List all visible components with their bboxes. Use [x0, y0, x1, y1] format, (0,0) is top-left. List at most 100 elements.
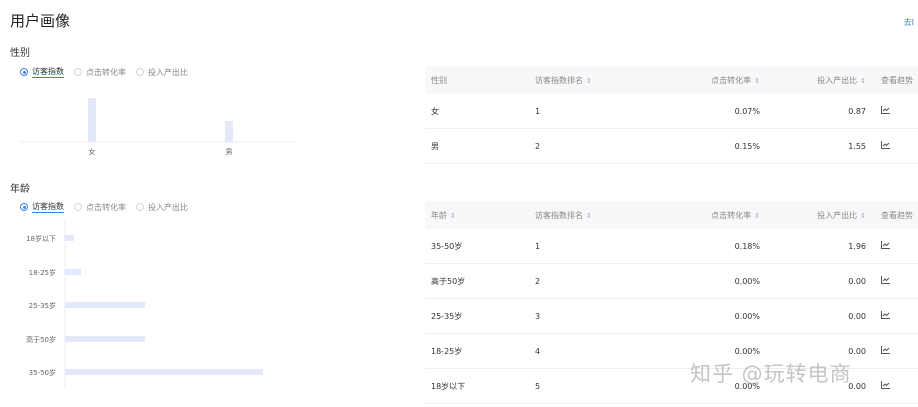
age-metric-radios: 访客指数 点击转化率 投入产出比: [20, 201, 188, 213]
gender-cell-rank: 2: [535, 141, 541, 151]
age-bar: [65, 235, 74, 241]
gender-table-header: 性别 访客指数排名 ⇕ 点击转化率 ⇕ 投入产出比 ⇕ 查看趋势: [425, 66, 918, 94]
header-label: 查看趋势: [881, 75, 913, 85]
radio-label: 访客指数: [32, 202, 64, 213]
header-label: 访客指数排名: [535, 75, 583, 85]
age-cell-rank: 5: [535, 381, 541, 391]
gender-cell-name: 男: [431, 141, 439, 151]
gender-table: 性别 访客指数排名 ⇕ 点击转化率 ⇕ 投入产出比 ⇕ 查看趋势女 1 0.07% 0.87 男 2 0.…: [425, 66, 918, 164]
gender-metric-radios: 访客指数 点击转化率 投入产出比: [20, 66, 188, 78]
radio-dot-icon: [20, 203, 28, 211]
table-row: 女 1 0.07% 0.87: [425, 94, 918, 129]
gender-header-cell[interactable]: 投入产出比 ⇕: [760, 75, 866, 86]
age-bar: [65, 369, 263, 375]
age-cell-ctr: 0.00%: [734, 311, 760, 321]
age-tick-label: 高于50岁: [26, 335, 56, 344]
gender-bar: [88, 98, 96, 142]
gender-metric-radio-1[interactable]: 点击转化率: [74, 67, 126, 78]
gender-cell-rank: 1: [535, 106, 541, 116]
gender-tick-label: 女: [89, 147, 96, 156]
age-cell-ctr: 0.18%: [734, 241, 760, 251]
gender-metric-radio-2[interactable]: 投入产出比: [136, 67, 188, 78]
trend-chart-icon[interactable]: [881, 105, 890, 117]
radio-dot-icon: [20, 68, 28, 76]
header-label: 点击转化率: [711, 75, 752, 85]
age-cell-name: 35-50岁: [431, 241, 463, 251]
gender-bar: [225, 121, 233, 142]
age-section-title: 年龄: [10, 184, 30, 195]
age-cell-roi: 0.00: [848, 346, 866, 356]
radio-dot-icon: [74, 203, 82, 211]
table-row: 35-50岁 1 0.18% 1.96: [425, 229, 918, 264]
watermark: 知乎 @玩转电商: [690, 362, 852, 386]
age-cell-ctr: 0.00%: [734, 346, 760, 356]
age-cell-name: 18岁以下: [431, 381, 466, 391]
radio-label: 访客指数: [32, 67, 64, 78]
table-row: 25-35岁 3 0.00% 0.00: [425, 299, 918, 334]
age-cell-name: 18-25岁: [431, 346, 463, 356]
gender-cell-roi: 0.87: [848, 106, 866, 116]
header-label: 查看趋势: [881, 210, 913, 220]
header-label: 点击转化率: [711, 210, 752, 220]
gender-cell-name: 女: [431, 106, 439, 116]
header-label: 投入产出比: [817, 210, 858, 220]
gender-cell-roi: 1.55: [848, 141, 866, 151]
radio-label: 投入产出比: [148, 202, 188, 212]
radio-dot-icon: [136, 203, 144, 211]
age-bar: [65, 269, 81, 275]
gender-header-cell: 查看趋势: [866, 75, 918, 86]
age-cell-rank: 4: [535, 346, 541, 356]
page-title: 用户画像: [10, 12, 71, 30]
gender-header-cell[interactable]: 访客指数排名 ⇕: [535, 75, 695, 86]
age-bar-chart: 18岁以下 18-25岁 25-35岁高于50岁 35-50岁: [26, 220, 263, 388]
age-table-header: 年龄 ⇕ 访客指数排名 ⇕ 点击转化率 ⇕ 投入产出比 ⇕ 查看趋势: [425, 201, 918, 229]
age-cell-roi: 0.00: [848, 311, 866, 321]
trend-chart-icon[interactable]: [881, 240, 890, 252]
radio-dot-icon: [74, 68, 82, 76]
header-label: 投入产出比: [817, 75, 858, 85]
radio-label: 点击转化率: [86, 202, 126, 212]
sort-icon[interactable]: ⇕: [450, 212, 456, 220]
trend-chart-icon[interactable]: [881, 380, 890, 392]
sort-icon[interactable]: ⇕: [586, 212, 592, 220]
gender-section-title: 性别: [10, 48, 30, 59]
age-header-cell[interactable]: 年龄 ⇕: [425, 210, 535, 221]
top-link[interactable]: 去Ⅰ: [904, 17, 914, 28]
radio-dot-icon: [136, 68, 144, 76]
age-cell-ctr: 0.00%: [734, 276, 760, 286]
trend-chart-icon[interactable]: [881, 275, 890, 287]
age-header-cell[interactable]: 投入产出比 ⇕: [760, 210, 866, 221]
gender-cell-ctr: 0.07%: [734, 106, 760, 116]
age-cell-roi: 1.96: [848, 241, 866, 251]
age-cell-rank: 2: [535, 276, 541, 286]
age-metric-radio-0[interactable]: 访客指数: [20, 201, 64, 213]
age-tick-label: 18-25岁: [29, 268, 56, 277]
age-cell-name: 高于50岁: [431, 276, 466, 286]
age-header-cell: 查看趋势: [866, 210, 918, 221]
trend-chart-icon[interactable]: [881, 140, 890, 152]
gender-bar-chart: 女男: [20, 98, 296, 156]
age-tick-label: 25-35岁: [29, 301, 56, 310]
sort-icon[interactable]: ⇕: [586, 77, 592, 85]
gender-metric-radio-0[interactable]: 访客指数: [20, 66, 64, 78]
header-label: 访客指数排名: [535, 210, 583, 220]
age-bar: [65, 302, 145, 308]
age-cell-name: 25-35岁: [431, 311, 463, 321]
age-metric-radio-1[interactable]: 点击转化率: [74, 202, 126, 213]
age-header-cell[interactable]: 访客指数排名 ⇕: [535, 210, 695, 221]
trend-chart-icon[interactable]: [881, 345, 890, 357]
table-row: 高于50岁 2 0.00% 0.00: [425, 264, 918, 299]
gender-header-cell[interactable]: 点击转化率 ⇕: [695, 75, 760, 86]
age-cell-rank: 1: [535, 241, 541, 251]
age-header-cell[interactable]: 点击转化率 ⇕: [695, 210, 760, 221]
age-metric-radio-2[interactable]: 投入产出比: [136, 202, 188, 213]
age-cell-rank: 3: [535, 311, 541, 321]
gender-header-cell: 性别: [425, 75, 535, 86]
header-label: 性别: [431, 75, 447, 85]
table-row: 男 2 0.15% 1.55: [425, 129, 918, 164]
age-cell-roi: 0.00: [848, 276, 866, 286]
trend-chart-icon[interactable]: [881, 310, 890, 322]
radio-label: 点击转化率: [86, 67, 126, 77]
gender-cell-ctr: 0.15%: [734, 141, 760, 151]
age-tick-label: 35-50岁: [29, 368, 56, 377]
